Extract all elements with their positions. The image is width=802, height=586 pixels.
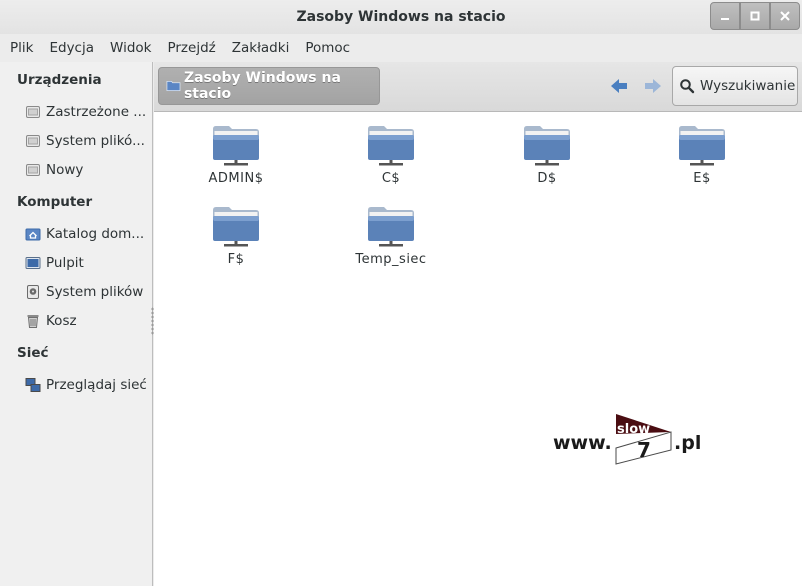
sidebar-item-trash[interactable]: Kosz — [25, 310, 150, 332]
share-name: ADMIN$ — [208, 171, 264, 186]
minimize-icon — [721, 18, 729, 20]
path-bar-button[interactable]: Zasoby Windows na stacio — [158, 67, 380, 105]
menu-edycja[interactable]: Edycja — [41, 40, 102, 56]
maximize-icon — [750, 11, 760, 21]
file-view: ADMIN$ C$ D$ E$ F$ Temp_siec — [154, 112, 802, 586]
menu-zakladki[interactable]: Zakładki — [224, 40, 298, 56]
trash-icon — [27, 315, 39, 328]
desktop-icon — [25, 257, 41, 269]
search-label: Wyszukiwanie — [700, 78, 796, 94]
sidebar-item-label: Zastrzeżone ... — [46, 104, 147, 120]
sidebar-item-label: Kosz — [46, 313, 77, 329]
share-item[interactable]: Temp_siec — [331, 205, 451, 267]
network-icon — [25, 378, 41, 392]
sidebar-item-label: Nowy — [46, 162, 84, 178]
close-icon — [780, 11, 790, 21]
share-name: D$ — [537, 171, 557, 186]
search-icon — [680, 79, 695, 94]
share-item[interactable]: F$ — [176, 205, 296, 267]
network-share-folder-icon — [368, 207, 414, 247]
sidebar: Urządzenia Zastrzeżone ... System plikó.… — [0, 62, 153, 586]
share-name: E$ — [693, 171, 711, 186]
menu-pomoc[interactable]: Pomoc — [297, 40, 358, 56]
drive-icon — [26, 164, 40, 176]
share-item[interactable]: ADMIN$ — [176, 124, 296, 186]
network-share-folder-icon — [213, 126, 259, 166]
slow7-watermark-logo: www. slow 7 .pl — [553, 414, 701, 465]
sidebar-item-filesystem-device[interactable]: System plikó... — [25, 130, 150, 152]
sidebar-item-label: Katalog dom... — [46, 226, 145, 242]
path-bar-label: Zasoby Windows na stacio — [183, 70, 341, 102]
menu-bar: Plik Edycja Widok Przejdź Zakładki Pomoc — [0, 34, 802, 62]
back-arrow-icon[interactable] — [608, 75, 630, 97]
share-name: C$ — [381, 171, 401, 186]
menu-widok[interactable]: Widok — [102, 40, 159, 56]
sidebar-item-label: System plikó... — [46, 133, 145, 149]
filesystem-icon — [27, 285, 39, 299]
sidebar-item-filesystem[interactable]: System plików — [25, 281, 150, 303]
menu-przejdz[interactable]: Przejdź — [159, 40, 223, 56]
window-title: Zasoby Windows na stacio — [296, 9, 506, 25]
toolbar: Zasoby Windows na stacio Wyszukiwanie — [154, 62, 802, 112]
sidebar-heading-computer: Komputer — [17, 194, 93, 210]
window-controls — [710, 2, 800, 30]
share-item[interactable]: D$ — [487, 124, 607, 186]
watermark-prefix: www. — [553, 432, 612, 454]
sidebar-heading-network: Sieć — [17, 345, 49, 361]
minimize-button[interactable] — [710, 2, 740, 30]
share-item[interactable]: C$ — [331, 124, 451, 186]
menu-plik[interactable]: Plik — [2, 40, 41, 56]
sidebar-heading-devices: Urządzenia — [17, 72, 102, 88]
sidebar-item-label: Przeglądaj sieć — [46, 377, 147, 393]
watermark-word: slow — [617, 422, 650, 437]
sidebar-item-label: Pulpit — [46, 255, 84, 271]
sidebar-item-reserved[interactable]: Zastrzeżone ... — [25, 101, 150, 123]
network-folder-icon — [166, 80, 181, 92]
sidebar-item-home[interactable]: Katalog dom... — [25, 223, 150, 245]
search-button[interactable]: Wyszukiwanie — [672, 66, 798, 106]
network-share-folder-icon — [679, 126, 725, 166]
share-name: Temp_siec — [355, 252, 427, 267]
title-bar: Zasoby Windows na stacio — [0, 0, 802, 34]
network-share-folder-icon — [524, 126, 570, 166]
sidebar-item-browse-network[interactable]: Przeglądaj sieć — [25, 374, 150, 396]
share-name: F$ — [227, 252, 245, 267]
share-item[interactable]: E$ — [642, 124, 762, 186]
close-button[interactable] — [770, 2, 800, 30]
sidebar-item-desktop[interactable]: Pulpit — [25, 252, 150, 274]
sidebar-item-label: System plików — [46, 284, 144, 300]
forward-arrow-icon[interactable] — [642, 75, 664, 97]
home-folder-icon — [25, 228, 41, 241]
network-share-folder-icon — [368, 126, 414, 166]
network-share-folder-icon — [213, 207, 259, 247]
drive-icon — [26, 106, 40, 118]
watermark-suffix: .pl — [674, 432, 701, 454]
drive-icon — [26, 135, 40, 147]
maximize-button[interactable] — [740, 2, 770, 30]
sidebar-item-new[interactable]: Nowy — [25, 159, 150, 181]
watermark-digit: 7 — [637, 438, 651, 462]
